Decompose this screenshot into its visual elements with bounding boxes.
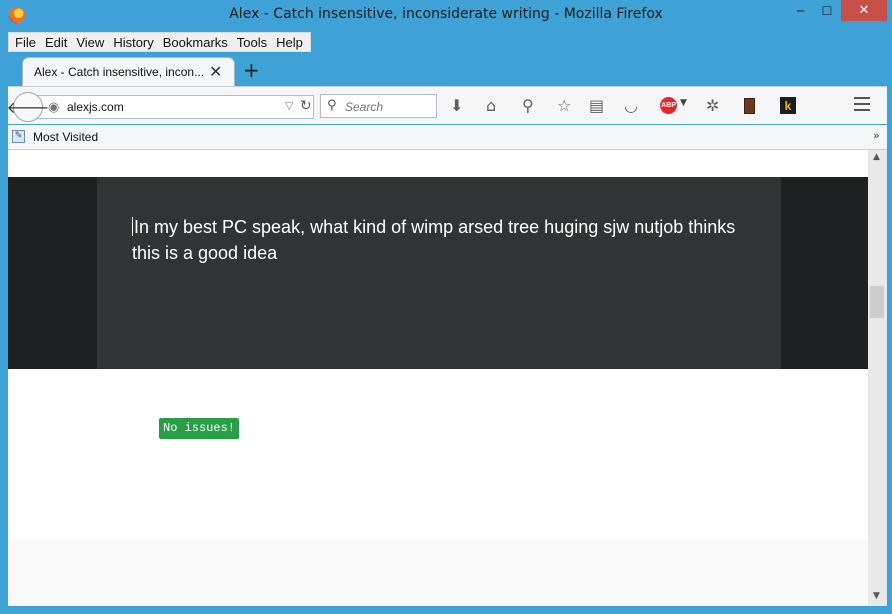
menu-edit[interactable]: Edit — [41, 35, 72, 50]
hamburger-menu-icon[interactable] — [854, 97, 870, 115]
home-icon[interactable]: ⌂ — [486, 96, 496, 115]
maximize-button[interactable]: ☐ — [814, 0, 840, 21]
menu-tools[interactable]: Tools — [233, 35, 272, 50]
most-visited-icon: ✎ — [12, 130, 25, 143]
editor-text[interactable]: In my best PC speak, what kind of wimp a… — [132, 214, 752, 266]
tab-alex[interactable]: Alex - Catch insensitive, incon... ✕ — [22, 57, 235, 87]
vertical-scrollbar[interactable]: ▲ ▼ — [868, 150, 887, 606]
menu-history[interactable]: History — [109, 35, 158, 50]
editor-content: In my best PC speak, what kind of wimp a… — [132, 217, 736, 263]
history-dropdown-icon[interactable]: ▽ — [285, 99, 293, 112]
bookmarks-toolbar: ✎ Most Visited » — [8, 125, 887, 150]
text-editor[interactable]: In my best PC speak, what kind of wimp a… — [97, 177, 781, 369]
page-content: In my best PC speak, what kind of wimp a… — [8, 150, 868, 606]
hero-band: In my best PC speak, what kind of wimp a… — [8, 177, 868, 369]
reload-icon[interactable]: ↻ — [300, 98, 312, 114]
zoom-icon[interactable]: ⚲ — [522, 96, 534, 115]
settings-gear-icon[interactable]: ✲ — [706, 96, 719, 115]
scroll-down-icon[interactable]: ▼ — [873, 591, 880, 601]
k-extension-icon[interactable]: k — [780, 97, 796, 114]
reader-list-icon[interactable]: ▤ — [589, 96, 604, 115]
minimize-button[interactable]: ─ — [787, 0, 814, 21]
search-placeholder: Search — [345, 100, 384, 114]
menu-bookmarks[interactable]: Bookmarks — [159, 35, 233, 50]
search-input[interactable]: ⚲ Search — [320, 94, 437, 118]
title-bar: Alex - Catch insensitive, inconsiderate … — [0, 0, 892, 31]
close-window-button[interactable]: ✕ — [841, 0, 887, 21]
url-text[interactable]: alexjs.com — [67, 100, 124, 114]
text-caret — [132, 217, 133, 236]
menu-view[interactable]: View — [72, 35, 109, 50]
most-visited-bookmark[interactable]: Most Visited — [33, 130, 98, 144]
chevron-more-icon[interactable]: » — [873, 129, 880, 142]
download-icon[interactable]: ⬇ — [450, 96, 463, 115]
status-badge: No issues! — [159, 418, 240, 439]
navigation-toolbar: ◉ alexjs.com ▽ ↻ 🡐 ⚲ Search ⬇ ⌂ ⚲ ☆ ▤ ◡ … — [7, 86, 887, 124]
menu-bar: File Edit View History Bookmarks Tools H… — [8, 32, 311, 52]
footer-band — [8, 539, 868, 606]
bookmark-star-icon[interactable]: ☆ — [557, 96, 571, 115]
window-title: Alex - Catch insensitive, inconsiderate … — [229, 6, 663, 22]
browser-window: Alex - Catch insensitive, inconsiderate … — [0, 0, 892, 614]
menu-file[interactable]: File — [11, 35, 41, 50]
globe-icon: ◉ — [48, 100, 60, 115]
scroll-up-icon[interactable]: ▲ — [873, 152, 880, 162]
scrollbar-thumb[interactable] — [870, 286, 884, 318]
adblock-dropdown-icon[interactable]: ▼ — [680, 98, 687, 108]
adblock-plus-icon[interactable]: ABP — [660, 97, 677, 114]
back-button[interactable]: 🡐 — [7, 92, 49, 122]
url-bar[interactable]: ◉ alexjs.com ▽ ↻ — [36, 95, 314, 119]
search-icon: ⚲ — [327, 98, 337, 113]
extension-icon[interactable] — [744, 98, 755, 114]
pocket-icon[interactable]: ◡ — [624, 96, 638, 115]
tab-label: Alex - Catch insensitive, incon... — [34, 65, 205, 79]
menu-help[interactable]: Help — [272, 35, 308, 50]
tab-close-icon[interactable]: ✕ — [209, 62, 222, 81]
new-tab-icon[interactable]: + — [243, 58, 260, 82]
